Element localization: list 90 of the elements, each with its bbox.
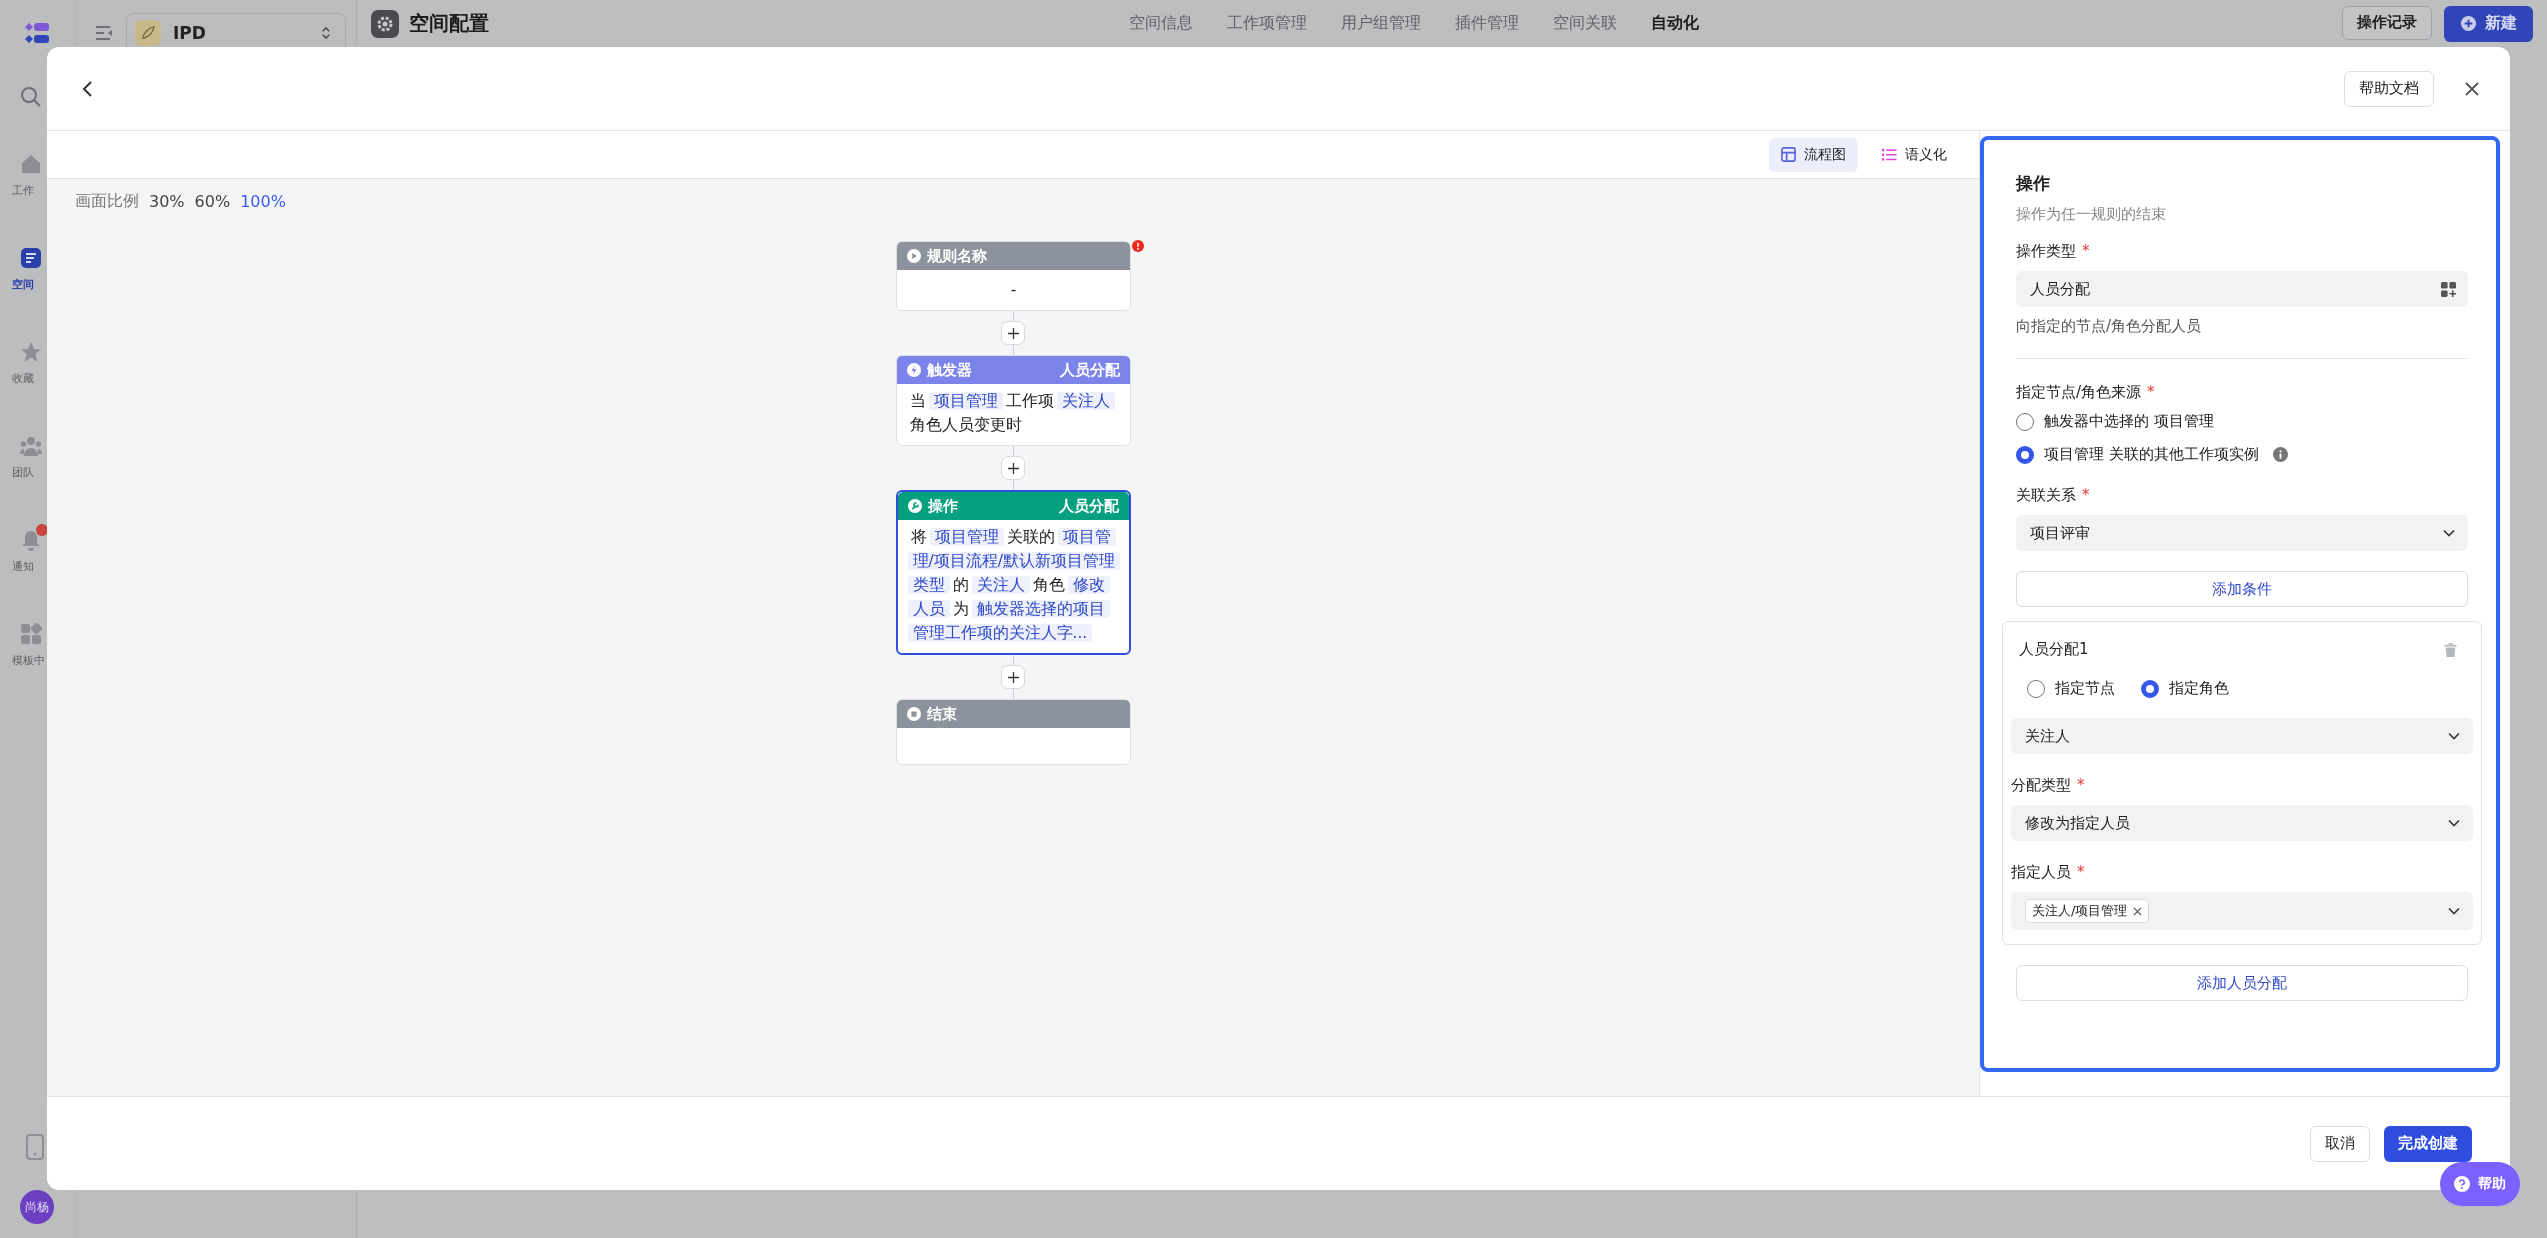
layout-icon xyxy=(1781,147,1796,162)
view-tab[interactable]: 语义化 xyxy=(1870,137,1959,172)
node-title: 操作 xyxy=(927,496,959,516)
play-icon xyxy=(906,249,921,263)
plus-icon xyxy=(1007,462,1019,474)
team-icon xyxy=(20,435,42,457)
nav-item[interactable]: 收藏 xyxy=(12,336,48,386)
cancel-button[interactable]: 取消 xyxy=(2310,1125,2370,1162)
new-button[interactable]: 新建 xyxy=(2444,5,2533,42)
radio-button[interactable] xyxy=(2016,445,2034,464)
zoom-option[interactable]: 60% xyxy=(194,192,231,211)
action-type-field[interactable]: 人员分配 xyxy=(2016,271,2468,307)
node-description: - xyxy=(1009,280,1018,301)
bell-icon xyxy=(20,529,42,551)
star-icon xyxy=(20,341,42,363)
home-icon xyxy=(20,153,42,175)
panel-title: 操作 xyxy=(2016,172,2051,195)
relation-select[interactable]: 项目评审 xyxy=(2016,515,2468,551)
plus-icon xyxy=(1007,671,1019,683)
nav-item[interactable]: 通知 xyxy=(12,524,48,574)
assign-type-select[interactable]: 修改为指定人员 xyxy=(2011,805,2473,841)
required-mark: * xyxy=(2077,776,2085,795)
zoom-option[interactable]: 100% xyxy=(240,192,286,211)
back-icon[interactable] xyxy=(81,78,95,99)
node-title: 触发器 xyxy=(926,360,973,380)
field-label: 指定节点/角色来源 xyxy=(2016,383,2142,402)
grid-plus-icon xyxy=(2441,281,2456,297)
required-mark: * xyxy=(2082,242,2090,261)
panel-subtitle: 操作为任一规则的结束 xyxy=(2016,205,2167,224)
node-type: 人员分配 xyxy=(1058,496,1119,516)
required-mark: * xyxy=(2077,863,2085,882)
document-icon xyxy=(20,247,42,269)
field-label: 操作类型 xyxy=(2016,242,2076,261)
radio-label[interactable]: 项目管理 关联的其他工作项实例 xyxy=(2044,445,2259,464)
nav-item[interactable]: 空间 xyxy=(12,242,48,292)
help-docs-button[interactable]: 帮助文档 xyxy=(2344,70,2434,107)
radio-label[interactable]: 指定节点 xyxy=(2055,679,2115,698)
radio-label[interactable]: 触发器中选择的 项目管理 xyxy=(2044,412,2214,431)
nav-item[interactable]: 团队 xyxy=(12,430,48,480)
add-step-button[interactable] xyxy=(1001,456,1025,480)
gear-icon xyxy=(371,9,399,38)
submit-button[interactable]: 完成创建 xyxy=(2384,1125,2472,1162)
nav-item[interactable]: 工作 xyxy=(12,148,48,198)
people-select[interactable]: 关注人/项目管理 xyxy=(2011,892,2473,930)
page-title: 空间配置 xyxy=(409,10,489,37)
close-icon[interactable] xyxy=(2464,80,2480,97)
radio-button[interactable] xyxy=(2027,679,2045,698)
role-select[interactable]: 关注人 xyxy=(2011,718,2473,754)
flow-node[interactable]: 操作 人员分配 将 项目管理 关联的 项目管理/项目流程/默认新项目管理类型 的 关注人 角色 修改人员 为 触发器选择的项目管理工作项的关注人字... xyxy=(895,490,1131,655)
nav-tab[interactable]: 自动化 xyxy=(1651,13,1699,34)
help-button[interactable]: 帮助 xyxy=(2440,1162,2520,1206)
question-icon xyxy=(2454,1176,2470,1192)
add-step-button[interactable] xyxy=(1001,665,1025,689)
node-title: 结束 xyxy=(926,704,958,724)
sort-icon xyxy=(321,25,331,41)
app-logo xyxy=(24,20,50,46)
zoom-option[interactable]: 30% xyxy=(149,192,185,211)
zoom-label: 画面比例 xyxy=(75,191,139,212)
plus-circle-icon xyxy=(2460,15,2477,32)
history-button[interactable]: 操作记录 xyxy=(2342,5,2432,40)
required-mark: * xyxy=(2147,383,2155,402)
stop-icon xyxy=(906,707,921,721)
grid-icon xyxy=(20,623,42,645)
view-tab[interactable]: 流程图 xyxy=(1769,137,1858,172)
node-description: 当 项目管理 工作项 关注人 角色人员变更时 xyxy=(900,387,1127,439)
radio-label[interactable]: 指定角色 xyxy=(2169,679,2229,698)
field-label: 关联关系 xyxy=(2016,486,2076,505)
add-assignment-button[interactable]: 添加人员分配 xyxy=(2016,965,2468,1001)
collapse-icon[interactable] xyxy=(94,23,114,43)
nav-item[interactable]: 模板中 xyxy=(12,618,48,668)
radio-button[interactable] xyxy=(2141,679,2159,698)
wrench-icon xyxy=(907,499,922,513)
chip-label: 关注人/项目管理 xyxy=(2032,902,2128,920)
remove-icon[interactable] xyxy=(2133,906,2143,916)
required-mark: * xyxy=(2082,486,2090,505)
node-type: 人员分配 xyxy=(1059,360,1120,380)
node-title: 规则名称 xyxy=(926,246,988,266)
assignment-title: 人员分配1 xyxy=(2019,640,2089,659)
list-icon xyxy=(1882,147,1897,162)
user-avatar[interactable]: 尚杨 xyxy=(20,1190,54,1224)
field-label: 指定人员 xyxy=(2011,863,2071,882)
field-hint: 向指定的节点/角色分配人员 xyxy=(2016,317,2203,336)
add-condition-button[interactable]: 添加条件 xyxy=(2016,571,2468,607)
search-icon[interactable] xyxy=(20,86,42,108)
flow-node[interactable]: 触发器 人员分配 当 项目管理 工作项 关注人 角色人员变更时 xyxy=(895,355,1131,446)
add-step-button[interactable] xyxy=(1001,321,1025,345)
radio-button[interactable] xyxy=(2016,412,2034,431)
field-label: 分配类型 xyxy=(2011,776,2071,795)
plus-icon xyxy=(1007,327,1019,339)
lightning-icon xyxy=(906,363,921,377)
